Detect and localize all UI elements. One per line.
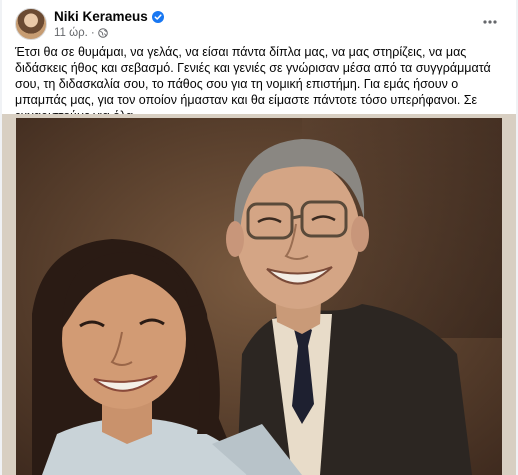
post-photo[interactable] xyxy=(2,114,516,475)
verified-badge-icon xyxy=(151,10,164,23)
post-header: Niki Kerameus 11 ώρ. · xyxy=(2,0,516,44)
post-timestamp[interactable]: 11 ώρ. xyxy=(54,27,88,39)
post-meta: 11 ώρ. · xyxy=(54,27,108,39)
meta-separator: · xyxy=(90,27,95,39)
globe-icon[interactable] xyxy=(97,28,108,38)
author-name[interactable]: Niki Kerameus xyxy=(54,9,148,24)
post-text: Έτσι θα σε θυμάμαι, να γελάς, να είσαι π… xyxy=(15,45,491,123)
author-row: Niki Kerameus xyxy=(54,9,164,24)
more-options-icon[interactable] xyxy=(478,10,502,34)
post-card: Niki Kerameus 11 ώρ. · Έτσι θα σε θυμάμα… xyxy=(2,0,516,475)
avatar[interactable] xyxy=(15,8,47,40)
